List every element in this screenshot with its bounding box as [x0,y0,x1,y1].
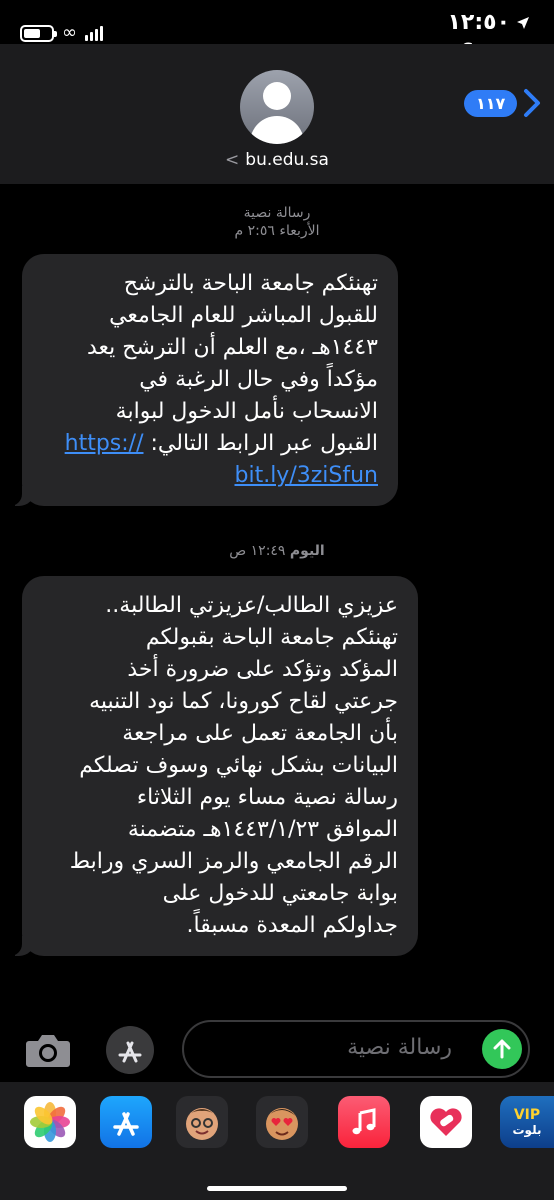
message-line: بوابة جامعتي للدخول على [162,881,398,906]
animoji-app-icon[interactable] [256,1096,308,1148]
unread-count-badge: ١١٧ [464,89,518,117]
person-icon [263,82,291,110]
back-button[interactable]: ١١٧ [464,88,541,118]
vip-label: VIP [513,1107,541,1123]
chevron-left-icon: < [225,150,240,170]
conversation-header: ١١٧ < bu.edu.sa [0,44,554,184]
baloot-label: بلوت [512,1123,542,1137]
message-line: المؤكد وتؤكد على ضرورة أخذ [127,657,398,682]
message-line: بأن الجامعة تعمل على مراجعة [122,721,398,746]
message-line: مؤكداً وفي حال الرغبة في [139,367,378,392]
heart-eyes-face-icon [266,1108,298,1140]
message-line: البيانات بشكل نهائي وسوف تصلكم [79,753,398,778]
message-line: رسالة نصية مساء يوم الثلاثاء [136,785,398,810]
message-time: ١٢:٤٩ ص [229,543,286,559]
heart-app-icon[interactable] [420,1096,472,1148]
memoji-app-icon[interactable] [176,1096,228,1148]
message-day: اليوم [289,543,325,559]
location-arrow-icon [517,16,529,29]
app-store-app-icon[interactable] [100,1096,152,1148]
flower-icon [30,1102,70,1142]
message-link[interactable]: bit.ly/3ziSfun [235,463,379,488]
contact-name: bu.edu.sa [245,150,329,170]
message-link[interactable]: https:// [65,431,144,456]
message-line: جداولكم المعدة مسبقاً. [186,913,398,938]
app-store-icon [118,1041,142,1063]
message-input[interactable]: رسالة نصية [182,1020,530,1078]
apps-button[interactable] [106,1026,154,1074]
message-line: الرقم الجامعي والرمز السري ورابط [69,849,398,874]
message-line: عزيزي الطالب/عزيزتي الطالبة.. [105,593,398,618]
message-bubble[interactable]: تهنئكم جامعة الباحة بالترشح للقبول المبا… [9,254,398,506]
battery-icon [20,24,57,42]
music-note-icon [352,1108,376,1135]
message-input-placeholder: رسالة نصية [347,1035,452,1060]
message-bubble[interactable]: عزيزي الطالب/عزيزتي الطالبة.. تهنئكم جام… [9,576,418,956]
message-line: القبول عبر الرابط التالي: [150,431,379,456]
chevron-right-icon [524,89,541,117]
home-indicator [207,1186,347,1191]
contact-name-button[interactable]: < bu.edu.sa [0,150,554,170]
status-left: ∞ [20,24,103,42]
camera-icon [26,1035,70,1067]
camera-button[interactable] [22,1024,74,1076]
message-timestamp: رسالة نصية الأربعاء ٢:٥٦ م [0,204,554,240]
message-line: جرعتي لقاح كورونا، كما نود التنبيه [89,689,398,714]
message-line: الموافق ١٤٤٣/١/٢٣هـ متضمنة [127,817,398,842]
message-line: ١٤٤٣هـ ،مع العلم أن الترشح يعد [86,335,378,360]
app-store-icon [113,1112,139,1136]
app-drawer: VIP بلوت [0,1082,554,1200]
signal-icon [85,25,103,41]
send-arrow-icon [493,1039,511,1059]
message-line: الانسحاب نأمل الدخول لبوابة [115,399,378,424]
avatar[interactable] [240,70,314,144]
heart-icon [430,1108,462,1136]
music-app-icon[interactable] [338,1096,390,1148]
message-line: تهنئكم جامعة الباحة بقبولكم [145,625,398,650]
message-time: الأربعاء ٢:٥٦ م [234,223,320,239]
input-bar: رسالة نصية [0,1018,554,1082]
photos-app-icon[interactable] [24,1096,76,1148]
baloot-app-icon[interactable]: VIP بلوت [500,1096,554,1148]
message-line: تهنئكم جامعة الباحة بالترشح [123,271,378,296]
status-time: ١٢:٥٠ [447,10,510,35]
message-timestamp: اليوم ١٢:٤٩ ص [0,542,554,560]
message-line: للقبول المباشر للعام الجامعي [109,303,378,328]
send-button[interactable] [482,1029,522,1069]
message-type-label: رسالة نصية [243,205,311,221]
memoji-face-icon [186,1108,218,1140]
link-icon: ∞ [62,22,77,43]
status-bar: ∞ ١٢:٥٠ ▶ Careem [0,0,554,58]
